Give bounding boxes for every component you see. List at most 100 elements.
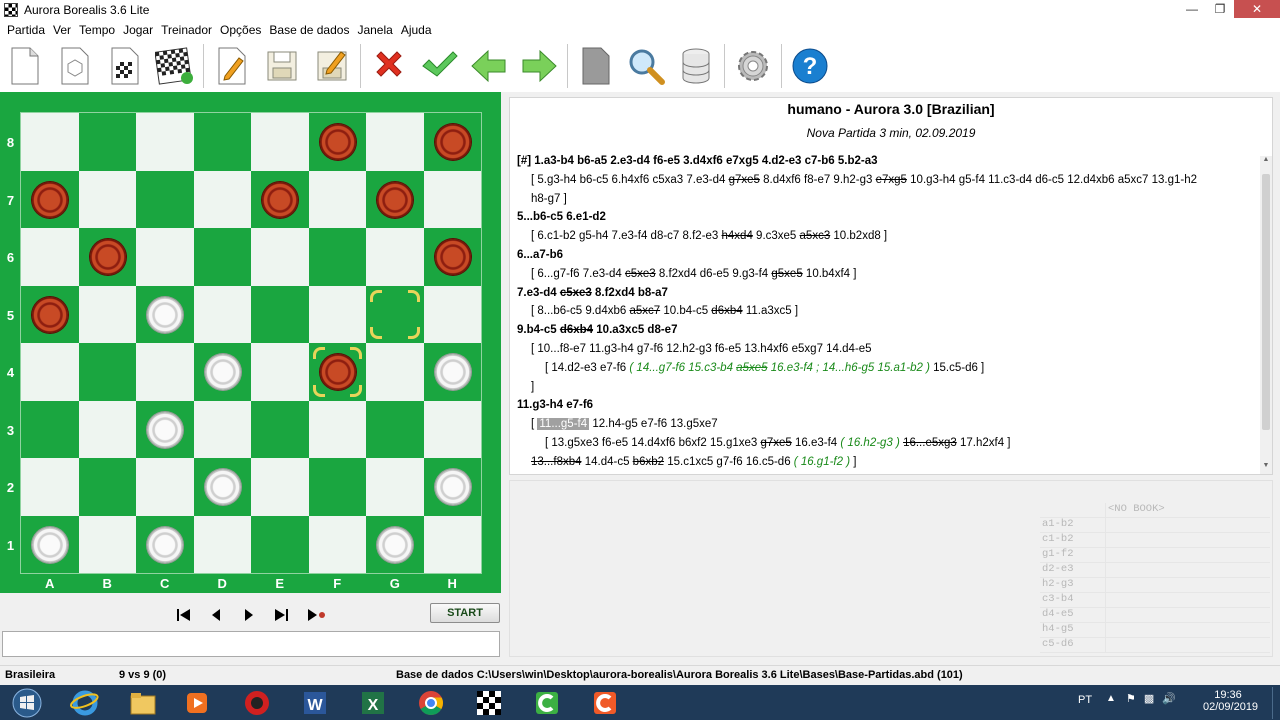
square-g7[interactable] [366,170,424,228]
square-g2[interactable] [366,458,424,516]
main-line-moves[interactable]: 11.g3-h4 e7-f6 [517,399,593,411]
move-text[interactable]: [ 6...g7-f6 7.e3-d4 [531,268,625,280]
menu-jogar[interactable]: Jogar [119,23,157,37]
square-b7[interactable] [78,170,136,228]
prev-move-icon[interactable] [207,606,225,624]
variation-moves[interactable]: [ 14.d2-e3 e7-f6 ( 14...g7-f6 15.c3-b4 a… [545,362,984,374]
move-text[interactable]: 8.f2xd4 d6-e5 9.g3-f4 [656,268,772,280]
variation-moves[interactable]: [ 6.c1-b2 g5-h4 7.e3-f4 d8-c7 8.f2-e3 h4… [531,230,887,242]
variation-moves[interactable]: ] [531,381,534,393]
move-text[interactable]: 10.a3xc5 d8-e7 [593,324,677,336]
move-text[interactable]: 14.d4-c5 [582,456,633,468]
save-icon[interactable] [257,41,307,91]
white-piece[interactable] [204,469,241,505]
move-text[interactable]: 11.g3-h4 e7-f6 [517,399,593,411]
variation-moves[interactable]: [ 11...g5-f4 12.h4-g5 e7-f6 13.g5xe7 [531,418,718,431]
menu-partida[interactable]: Partida [3,23,49,37]
square-b2[interactable] [78,458,136,516]
white-piece[interactable] [377,526,413,563]
square-c6[interactable] [136,228,194,286]
moves-scrollbar[interactable]: ▲ ▼ [1260,156,1272,474]
white-piece[interactable] [32,526,68,563]
square-c8[interactable] [136,113,194,171]
square-a7[interactable] [21,170,79,228]
square-d1[interactable] [193,515,251,573]
menu-tempo[interactable]: Tempo [75,23,119,37]
book-move[interactable]: d4-e5 [1040,608,1106,622]
square-f7[interactable] [308,170,366,228]
variation-moves[interactable]: 13...f8xb4 14.d4-c5 b6xb2 15.c1xc5 g7-f6… [531,456,856,468]
square-b4[interactable] [78,343,136,401]
book-move[interactable]: g1-f2 [1040,548,1106,562]
scroll-thumb[interactable] [1262,174,1270,430]
menu-base-de-dados[interactable]: Base de dados [265,23,353,37]
square-a5[interactable] [21,285,79,343]
rotate-board-icon[interactable] [50,41,100,91]
bookmark-icon[interactable] [571,41,621,91]
move-text[interactable]: 13...f8xb4 [531,456,582,468]
main-line-moves[interactable]: 9.b4-c5 d6xb4 10.a3xc5 d8-e7 [517,324,677,336]
square-e5[interactable] [251,285,309,343]
red-piece[interactable] [377,181,413,218]
move-text[interactable]: [ 13.g5xe3 f6-e5 14.d4xf6 b6xf2 15.g1xe3 [545,437,760,449]
move-text[interactable]: [ 14.d2-e3 e7-f6 [545,362,629,374]
menu-janela[interactable]: Janela [353,23,396,37]
book-move[interactable]: c3-b4 [1040,593,1106,607]
book-move[interactable]: c5-d6 [1040,638,1106,652]
square-g8[interactable] [366,113,424,171]
internet-explorer-icon[interactable] [58,687,112,719]
square-a3[interactable] [21,400,79,458]
network-icon[interactable]: ▩ [1144,692,1154,705]
square-f1[interactable] [308,515,366,573]
main-line-moves[interactable]: 7.e3-d4 c5xe3 8.f2xd4 b8-a7 [517,287,668,299]
move-text[interactable]: ( 16.h2-g3 ) [840,437,899,449]
square-c3[interactable] [136,400,194,458]
white-piece[interactable] [204,354,241,390]
variation-moves[interactable]: [ 13.g5xe3 f6-e5 14.d4xf6 b6xf2 15.g1xe3… [545,437,1011,449]
move-text[interactable]: h4xd4 [722,230,753,242]
security-app-icon[interactable] [230,687,284,719]
move-text[interactable]: 10.b4xf4 ] [803,268,857,280]
clock[interactable]: 19:36 02/09/2019 [1203,689,1258,713]
aurora-app-icon[interactable] [462,687,516,719]
white-piece[interactable] [434,354,471,390]
book-row[interactable]: d2-e3 [1040,563,1270,578]
square-e4[interactable] [251,343,309,401]
new-document-icon[interactable] [0,41,50,91]
book-move[interactable]: c1-b2 [1040,533,1106,547]
variation-moves[interactable]: [ 8...b6-c5 9.d4xb6 a5xc7 10.b4-c5 d6xb4… [531,305,798,317]
square-a8[interactable] [21,113,79,171]
red-piece[interactable] [319,124,356,160]
settings-icon[interactable] [728,41,778,91]
move-text[interactable]: 10.b4-c5 [660,305,711,317]
square-g1[interactable] [366,515,424,573]
red-piece[interactable] [434,124,471,160]
tray-arrow-icon[interactable]: ▲ [1106,693,1116,704]
square-a2[interactable] [21,458,79,516]
move-text[interactable]: 12.h4-g5 e7-f6 13.g5xe7 [589,418,717,430]
move-text[interactable]: ( 14...g7-f6 15.c3-b4 [629,362,736,374]
book-row[interactable]: h4-g5 [1040,623,1270,638]
red-piece[interactable] [434,239,471,275]
menu-op-es[interactable]: Opções [216,23,265,37]
square-b5[interactable] [78,285,136,343]
command-input[interactable] [2,631,500,657]
move-text[interactable]: 8.f2xd4 b8-a7 [592,287,668,299]
start-button[interactable]: START [430,603,500,623]
move-text[interactable]: c5xe3 [625,268,656,280]
move-text[interactable]: g5xe5 [771,268,802,280]
square-d7[interactable] [193,170,251,228]
square-g6[interactable] [366,228,424,286]
move-text[interactable]: [#] 1.a3-b4 b6-a5 2.e3-d4 f6-e5 3.d4xf6 … [517,155,878,167]
square-a1[interactable] [21,515,79,573]
book-move[interactable]: h2-g3 [1040,578,1106,592]
minimize-icon[interactable]: — [1178,0,1206,18]
move-text[interactable]: 10.b2xd8 ] [830,230,887,242]
square-c2[interactable] [136,458,194,516]
square-a6[interactable] [21,228,79,286]
book-row[interactable]: g1-f2 [1040,548,1270,563]
last-move-icon[interactable] [272,606,290,624]
square-h4[interactable] [423,343,481,401]
book-move[interactable]: a1-b2 [1040,518,1106,532]
book-row[interactable]: d4-e5 [1040,608,1270,623]
